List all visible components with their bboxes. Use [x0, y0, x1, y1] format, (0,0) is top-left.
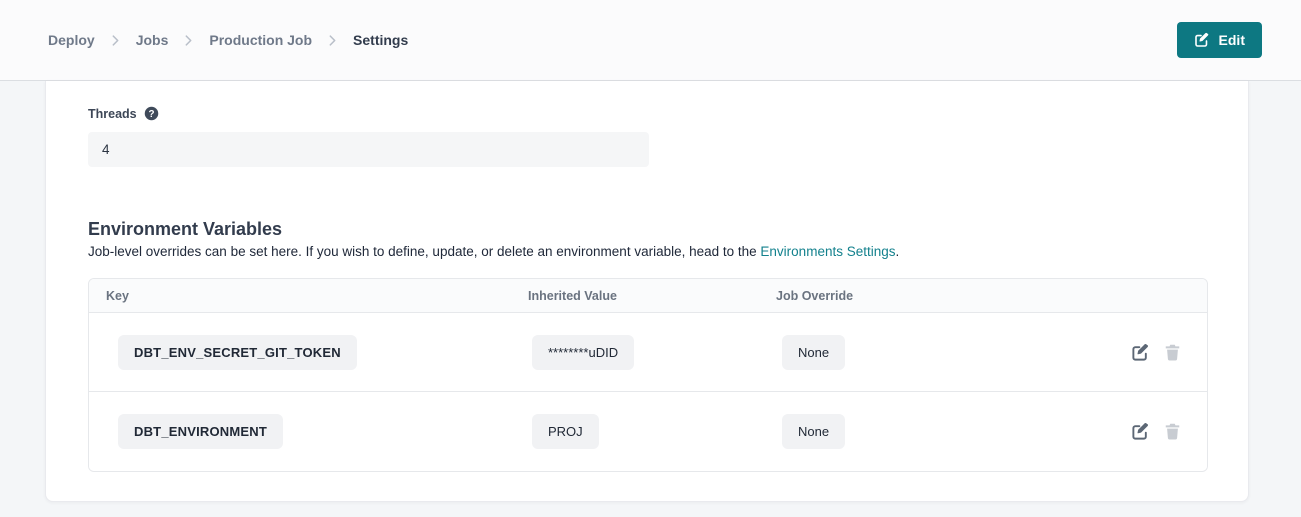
threads-input[interactable]	[88, 132, 649, 167]
chevron-right-icon	[185, 35, 192, 46]
delete-row-button[interactable]	[1163, 343, 1182, 362]
table-row: DBT_ENV_SECRET_GIT_TOKEN ********uDID No…	[89, 313, 1207, 392]
env-vars-description-period: .	[896, 244, 900, 259]
env-vars-title: Environment Variables	[88, 219, 1206, 239]
env-var-job-override-chip: None	[782, 335, 845, 370]
env-vars-description: Job-level overrides can be set here. If …	[88, 244, 1206, 260]
env-vars-description-text: Job-level overrides can be set here. If …	[88, 244, 760, 259]
env-var-inherited-value-chip: ********uDID	[532, 335, 634, 370]
edit-button[interactable]: Edit	[1177, 22, 1262, 58]
edit-icon	[1131, 422, 1150, 441]
threads-label: Threads	[88, 107, 137, 121]
help-question-icon[interactable]: ?	[144, 106, 159, 121]
chevron-right-icon	[112, 35, 119, 46]
edit-icon	[1131, 343, 1150, 362]
table-header-row: Key Inherited Value Job Override	[89, 279, 1207, 313]
edit-row-button[interactable]	[1131, 422, 1150, 441]
env-var-inherited-value-chip: PROJ	[532, 414, 599, 449]
environments-settings-link[interactable]: Environments Settings	[760, 244, 895, 259]
column-header-inherited-value: Inherited Value	[528, 289, 776, 303]
breadcrumb-item-production-job[interactable]: Production Job	[209, 32, 312, 48]
env-var-key-chip: DBT_ENVIRONMENT	[118, 414, 283, 449]
chevron-right-icon	[329, 35, 336, 46]
svg-text:?: ?	[148, 109, 154, 120]
trash-icon	[1163, 343, 1182, 362]
breadcrumb: Deploy Jobs Production Job Settings	[48, 32, 408, 48]
env-vars-table: Key Inherited Value Job Override DBT_ENV…	[88, 278, 1208, 472]
delete-row-button[interactable]	[1163, 422, 1182, 441]
env-var-key-chip: DBT_ENV_SECRET_GIT_TOKEN	[118, 335, 357, 370]
settings-card: Threads ? Environment Variables Job-leve…	[45, 81, 1249, 502]
edit-pencil-icon	[1194, 32, 1210, 48]
trash-icon	[1163, 422, 1182, 441]
column-header-key: Key	[89, 289, 528, 303]
column-header-job-override: Job Override	[776, 289, 1036, 303]
breadcrumb-item-jobs[interactable]: Jobs	[136, 32, 169, 48]
top-bar: Deploy Jobs Production Job Settings Edit	[0, 0, 1301, 81]
edit-button-label: Edit	[1219, 32, 1245, 48]
edit-row-button[interactable]	[1131, 343, 1150, 362]
table-row: DBT_ENVIRONMENT PROJ None	[89, 392, 1207, 471]
breadcrumb-item-settings: Settings	[353, 32, 408, 48]
env-var-job-override-chip: None	[782, 414, 845, 449]
breadcrumb-item-deploy[interactable]: Deploy	[48, 32, 95, 48]
